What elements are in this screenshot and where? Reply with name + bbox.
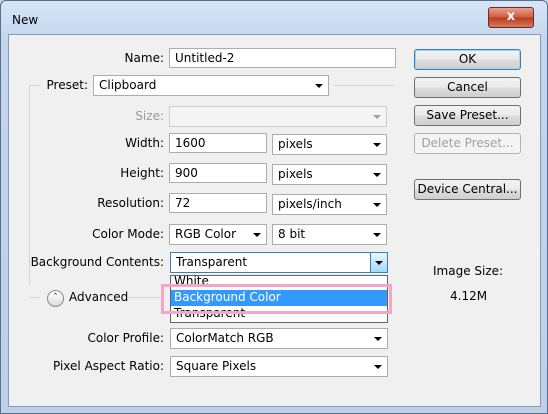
name-field[interactable]: Untitled-2 <box>169 48 396 68</box>
advanced-label: Advanced <box>69 290 129 304</box>
chevron-down-icon <box>373 233 381 237</box>
delete-preset-button[interactable]: Delete Preset... <box>414 133 521 154</box>
advanced-group-border <box>30 297 40 298</box>
chevron-down-icon <box>373 203 381 207</box>
dropdown-arrow-button[interactable] <box>370 253 387 272</box>
pixel-aspect-ratio-dropdown[interactable]: Square Pixels <box>170 356 388 377</box>
width-unit-dropdown[interactable]: pixels <box>272 134 387 155</box>
size-label: Size: <box>135 109 164 123</box>
preset-group-border-right <box>334 85 394 86</box>
ok-button[interactable]: OK <box>414 49 521 70</box>
chevron-down-icon <box>374 365 382 369</box>
height-unit-dropdown[interactable]: pixels <box>272 164 387 185</box>
background-contents-value: Transparent <box>176 255 248 269</box>
chevron-down-icon <box>373 115 381 119</box>
resolution-unit-value: pixels/inch <box>278 197 342 211</box>
bit-depth-dropdown[interactable]: 8 bit <box>272 224 387 245</box>
width-field[interactable]: 1600 <box>169 133 267 153</box>
chevron-down-icon <box>253 233 261 237</box>
chevron-down-icon <box>375 261 383 265</box>
color-profile-label: Color Profile: <box>87 331 165 345</box>
preset-label: Preset: <box>46 78 88 92</box>
pixel-aspect-ratio-label: Pixel Aspect Ratio: <box>53 359 164 373</box>
resolution-unit-dropdown[interactable]: pixels/inch <box>272 194 387 215</box>
width-label: Width: <box>125 136 164 150</box>
device-central-button[interactable]: Device Central... <box>414 179 521 200</box>
close-button[interactable]: x <box>488 7 534 28</box>
cancel-button[interactable]: Cancel <box>414 77 521 98</box>
background-contents-dropdown[interactable]: Transparent <box>170 252 388 273</box>
width-unit-value: pixels <box>278 137 313 151</box>
color-profile-dropdown[interactable]: ColorMatch RGB <box>170 328 388 349</box>
name-label: Name: <box>124 51 164 65</box>
chevron-down-icon <box>373 143 381 147</box>
image-size-value: 4.12M <box>450 289 488 303</box>
color-mode-label: Color Mode: <box>92 227 164 241</box>
chevron-down-icon <box>374 337 382 341</box>
color-mode-value: RGB Color <box>175 227 237 241</box>
double-chevron-up-icon: ˆ <box>53 293 58 303</box>
height-label: Height: <box>120 166 164 180</box>
image-size-label: Image Size: <box>433 264 504 278</box>
chevron-down-icon <box>315 84 323 88</box>
selection-highlight-box <box>161 284 392 314</box>
close-icon: x <box>506 9 516 24</box>
height-unit-value: pixels <box>278 167 313 181</box>
background-contents-label: Background Contents: <box>30 255 164 269</box>
resolution-label: Resolution: <box>97 196 164 210</box>
color-profile-value: ColorMatch RGB <box>176 331 274 345</box>
color-mode-dropdown[interactable]: RGB Color <box>169 224 267 245</box>
height-field[interactable]: 900 <box>169 163 267 183</box>
size-dropdown[interactable] <box>169 106 387 127</box>
preset-dropdown[interactable]: Clipboard <box>93 75 329 96</box>
window-title: New <box>12 13 39 27</box>
preset-value: Clipboard <box>99 78 157 92</box>
resolution-field[interactable]: 72 <box>169 193 267 213</box>
title-bar: New x <box>0 0 548 34</box>
advanced-toggle-button[interactable]: ˆ <box>47 290 64 307</box>
save-preset-button[interactable]: Save Preset... <box>414 105 521 126</box>
chevron-down-icon <box>373 173 381 177</box>
pixel-aspect-ratio-value: Square Pixels <box>176 359 257 373</box>
advanced-group-border-right <box>128 297 164 298</box>
bit-depth-value: 8 bit <box>278 227 306 241</box>
